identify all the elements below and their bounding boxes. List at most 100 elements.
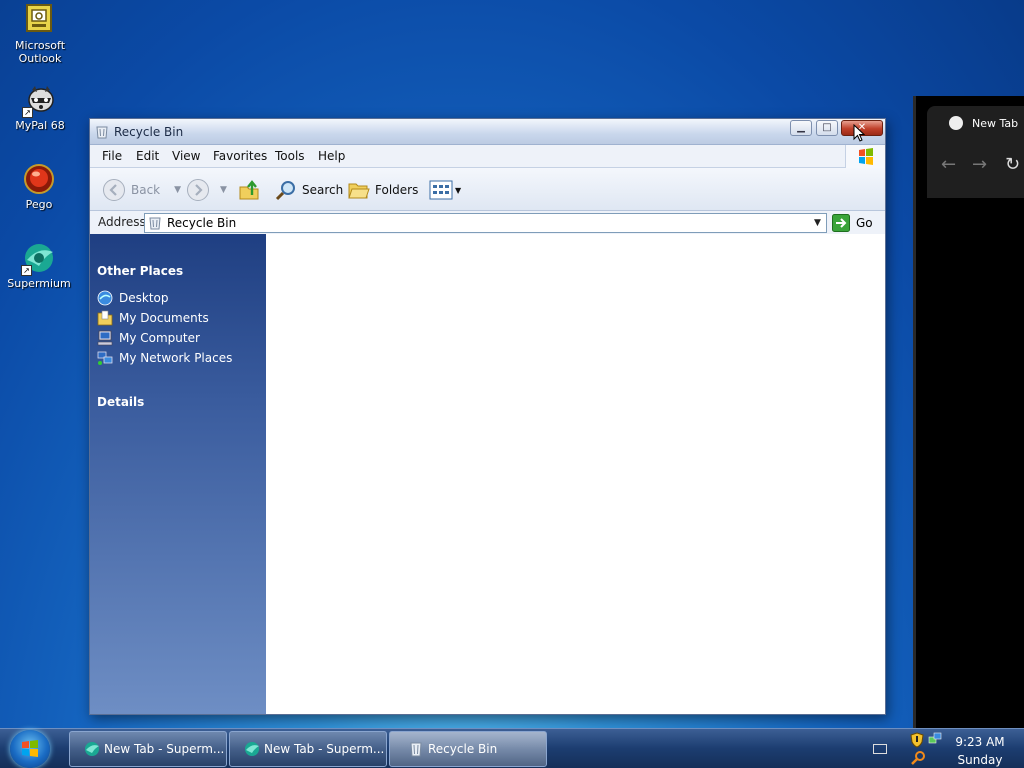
taskbar-item-supermium-1[interactable]: New Tab - Superm... [69,731,227,767]
my-computer-icon [97,330,113,346]
place-label: Desktop [119,291,169,305]
address-value: Recycle Bin [167,216,237,230]
windows-logo-icon [845,145,885,168]
supermium-icon: ↗ [21,242,55,276]
taskbar-item-supermium-2[interactable]: New Tab - Superm... [229,731,387,767]
my-network-places-icon [97,350,113,366]
supermium-icon [84,741,100,757]
desktop-icon-label: Microsoft [14,39,66,52]
place-label: My Computer [119,331,200,345]
search-label: Search [302,183,344,197]
title-bar[interactable]: Recycle Bin ▁ □ ✕ [90,119,885,145]
go-arrow-icon [832,214,850,232]
supermium-icon [244,741,260,757]
back-label: Back [131,183,161,197]
up-folder-button[interactable] [238,178,262,202]
shortcut-arrow-icon: ↗ [22,107,33,118]
new-tab-icon [949,116,963,130]
search-icon [275,181,295,201]
taskbar-item-label: New Tab - Superm... [264,742,385,756]
taskbar: New Tab - Superm... New Tab - Superm... … [0,728,1024,768]
menu-bar: File Edit View Favorites Tools Help [90,145,885,168]
back-button[interactable]: Back ▼ [102,178,181,202]
network-icon[interactable] [928,732,942,746]
menu-tools[interactable]: Tools [275,149,305,163]
reload-icon[interactable]: ↻ [1005,154,1020,175]
folders-icon [348,183,370,199]
address-label: Address [98,215,146,229]
taskbar-item-recycle-bin[interactable]: Recycle Bin [389,731,547,767]
maximize-button[interactable]: □ [816,120,838,136]
taskbar-item-label: Recycle Bin [428,742,498,756]
security-shield-icon[interactable] [910,732,924,748]
browser-window[interactable]: New Tab ← → ↻ [913,96,1024,730]
go-button[interactable]: Go [832,213,873,233]
desktop-icon-outlook[interactable]: Microsoft Outlook [1,4,79,65]
chevron-down-icon[interactable]: ▼ [220,185,227,195]
place-label: My Documents [119,311,209,325]
outlook-icon [24,4,56,36]
go-label: Go [856,216,873,230]
browser-nav-bar: ← → ↻ [927,138,1024,198]
browser-tab-title: New Tab [972,117,1019,130]
recycle-bin-icon [149,216,161,233]
file-list-area[interactable] [266,234,885,714]
folders-button[interactable]: Folders [347,178,418,202]
recycle-bin-window[interactable]: Recycle Bin ▁ □ ✕ File Edit View Favorit… [89,118,886,715]
taskbar-item-label: New Tab - Superm... [104,742,225,756]
keyboard-icon[interactable] [873,744,887,754]
desktop-icon-label: Supermium [7,277,71,290]
task-pane: Other Places Desktop My Documents My Com… [90,234,266,714]
back-arrow-icon[interactable]: ← [941,154,956,175]
search-tray-icon[interactable] [910,750,926,766]
address-bar: Address Recycle Bin ▼ Go [90,211,885,235]
recycle-bin-icon [96,125,108,139]
start-button[interactable] [10,730,50,768]
chevron-down-icon[interactable]: ▼ [455,186,461,195]
menu-view[interactable]: View [172,149,200,163]
forward-arrow-icon[interactable]: → [972,154,987,175]
window-title: Recycle Bin [114,125,184,139]
content-area: Other Places Desktop My Documents My Com… [90,234,885,714]
toolbar: Back ▼ ▼ Search Folders ▼ [90,168,885,211]
desktop-icon-mypal[interactable]: ↗ MyPal 68 [1,84,79,132]
menu-help[interactable]: Help [318,149,345,163]
views-icon [429,180,453,200]
other-places-heading[interactable]: Other Places [97,264,183,278]
mouse-cursor-icon [853,124,865,142]
clock[interactable]: 9:23 AM Sunday [945,733,1015,768]
pego-icon [23,163,55,195]
details-heading[interactable]: Details [97,395,144,409]
menu-favorites[interactable]: Favorites [213,149,267,163]
desktop-icon [97,290,113,306]
place-desktop[interactable]: Desktop [97,290,169,306]
minimize-button[interactable]: ▁ [790,120,812,136]
place-label: My Network Places [119,351,233,365]
recycle-bin-icon [408,741,424,757]
desktop-icon-supermium[interactable]: ↗ Supermium [0,242,78,290]
forward-arrow-icon [187,179,209,201]
my-documents-icon [97,310,113,326]
desktop-icon-label: Pego [25,198,53,211]
desktop-icon-label: MyPal 68 [15,119,65,132]
forward-button[interactable]: ▼ [186,178,227,202]
clock-time: 9:23 AM [955,735,1005,749]
back-arrow-icon [103,179,125,201]
raccoon-icon: ↗ [22,84,56,118]
place-my-computer[interactable]: My Computer [97,330,200,346]
clock-day: Sunday [957,753,1003,767]
up-folder-icon [239,180,259,200]
menu-file[interactable]: File [102,149,122,163]
address-input[interactable]: Recycle Bin ▼ [144,213,827,233]
desktop-icon-label: Outlook [18,52,62,65]
search-button[interactable]: Search [274,178,343,202]
place-my-documents[interactable]: My Documents [97,310,209,326]
chevron-down-icon[interactable]: ▼ [174,185,181,195]
desktop-icon-pego[interactable]: Pego [0,163,78,211]
views-button[interactable]: ▼ [429,178,461,202]
shortcut-arrow-icon: ↗ [21,265,32,276]
place-my-network-places[interactable]: My Network Places [97,350,232,366]
chevron-down-icon[interactable]: ▼ [809,214,826,232]
browser-tab[interactable]: New Tab [927,106,1024,138]
menu-edit[interactable]: Edit [136,149,159,163]
